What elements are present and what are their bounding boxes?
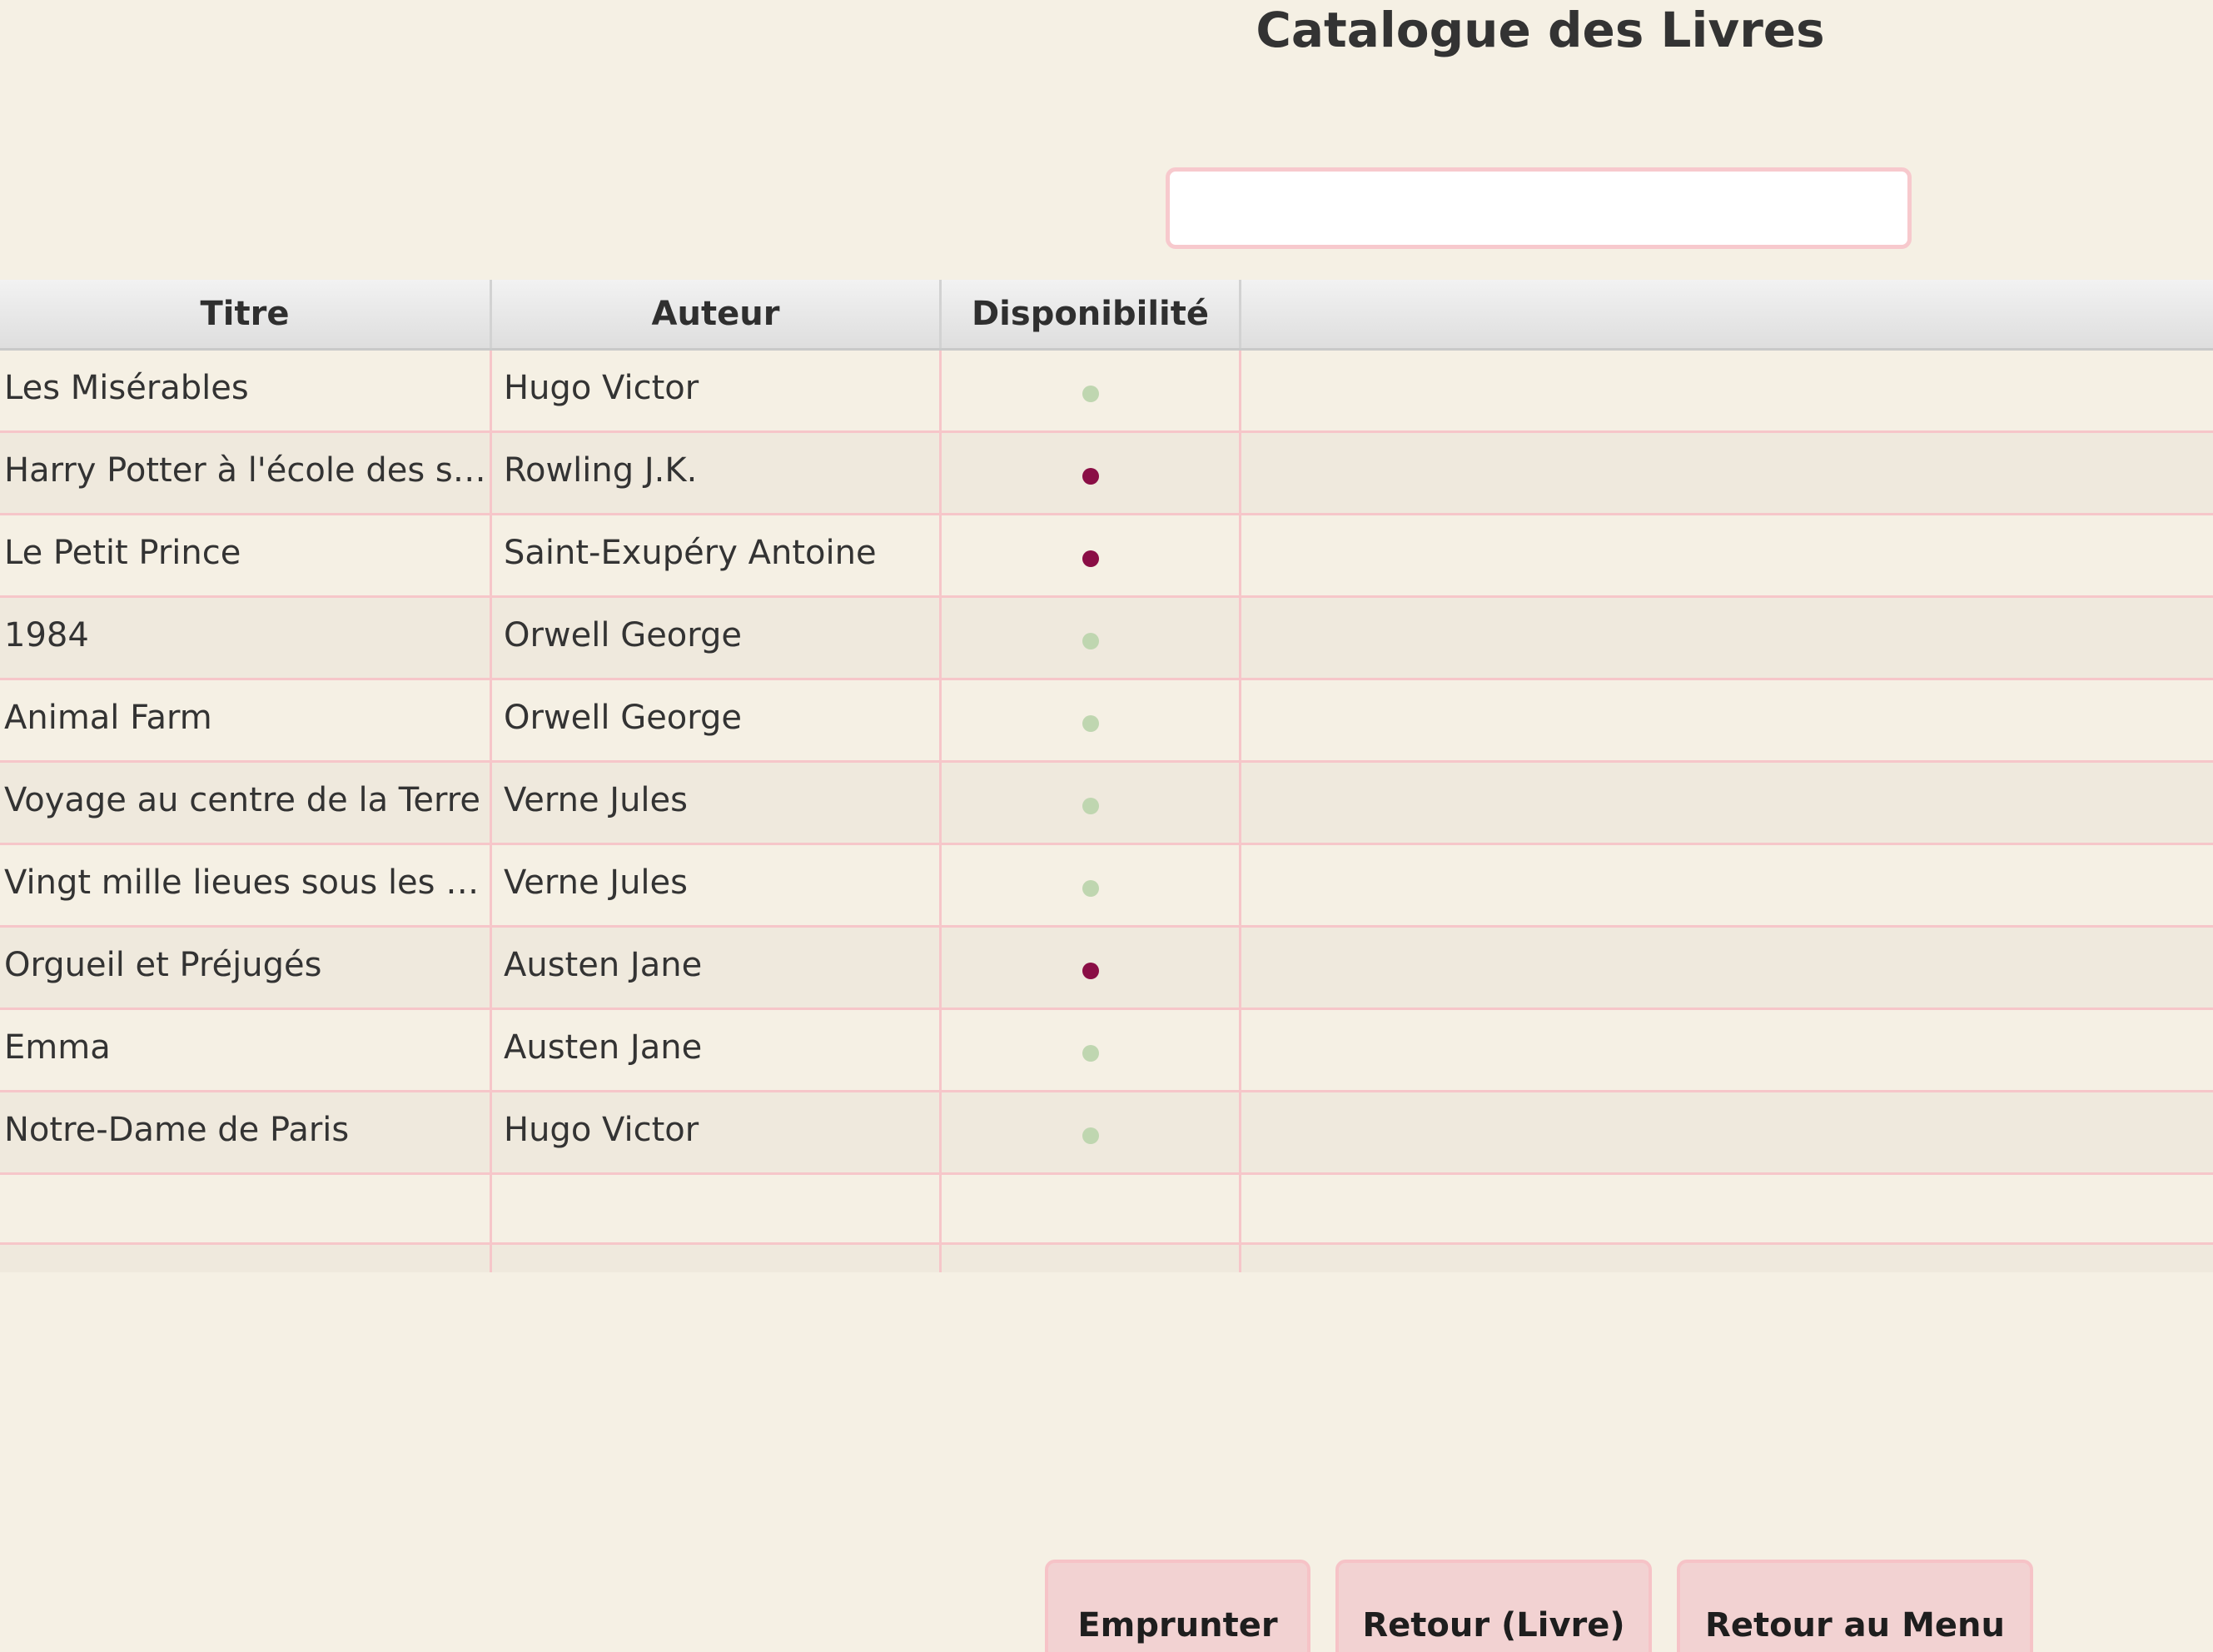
- table-body: Les Misérables Hugo Victor Harry Potter à …: [0, 351, 2213, 1272]
- unavailable-dot-icon: [1082, 468, 1099, 485]
- cell-availability: [942, 351, 1241, 430]
- available-dot-icon: [1082, 880, 1099, 897]
- cell-title: Voyage au centre de la Terre: [0, 763, 492, 843]
- cell-filler: [1241, 845, 2213, 925]
- cell-filler: [1241, 433, 2213, 513]
- search-input[interactable]: [1166, 167, 1912, 249]
- cell-author: Austen Jane: [492, 928, 942, 1008]
- cell-author: Verne Jules: [492, 845, 942, 925]
- table-row[interactable]: Le Petit Prince Saint-Exupéry Antoine: [0, 515, 2213, 598]
- cell-author: Hugo Victor: [492, 351, 942, 430]
- books-table: Titre Auteur Disponibilité Les Misérable…: [0, 280, 2213, 1272]
- cell-title: Emma: [0, 1010, 492, 1090]
- action-bar: Emprunter Retour (Livre) Retour au Menu: [0, 1560, 2213, 1652]
- cell-filler: [1241, 1092, 2213, 1172]
- cell-availability: [942, 845, 1241, 925]
- table-header: Titre Auteur Disponibilité: [0, 280, 2213, 351]
- table-row[interactable]: Notre-Dame de Paris Hugo Victor: [0, 1092, 2213, 1175]
- available-dot-icon: [1082, 386, 1099, 402]
- cell-title: Vingt mille lieues sous les mers: [0, 845, 492, 925]
- empty-cell: [492, 1175, 942, 1255]
- cell-author: Orwell George: [492, 598, 942, 678]
- table-row[interactable]: Orgueil et Préjugés Austen Jane: [0, 928, 2213, 1010]
- cell-filler: [1241, 598, 2213, 678]
- return-book-button[interactable]: Retour (Livre): [1335, 1560, 1652, 1652]
- cell-author: Hugo Victor: [492, 1092, 942, 1172]
- page-title: Catalogue des Livres: [1256, 2, 1825, 58]
- cell-title: Harry Potter à l'école des sor...: [0, 433, 492, 513]
- empty-cell: [942, 1175, 1241, 1255]
- cell-availability: [942, 598, 1241, 678]
- cell-filler: [1241, 1010, 2213, 1090]
- empty-cell: [1241, 1245, 2213, 1272]
- cell-filler: [1241, 928, 2213, 1008]
- cell-filler: [1241, 680, 2213, 760]
- table-row[interactable]: Animal Farm Orwell George: [0, 680, 2213, 763]
- available-dot-icon: [1082, 1045, 1099, 1062]
- cell-availability: [942, 515, 1241, 595]
- cell-availability: [942, 680, 1241, 760]
- unavailable-dot-icon: [1082, 963, 1099, 979]
- empty-cell: [942, 1245, 1241, 1272]
- available-dot-icon: [1082, 633, 1099, 649]
- column-header-title[interactable]: Titre: [0, 280, 492, 348]
- table-row[interactable]: Voyage au centre de la Terre Verne Jules: [0, 763, 2213, 845]
- catalogue-page: Catalogue des Livres Titre Auteur Dispon…: [0, 0, 2213, 1652]
- available-dot-icon: [1082, 1127, 1099, 1144]
- cell-title: Animal Farm: [0, 680, 492, 760]
- back-to-menu-button[interactable]: Retour au Menu: [1677, 1560, 2033, 1652]
- unavailable-dot-icon: [1082, 550, 1099, 567]
- table-row[interactable]: Vingt mille lieues sous les mers Verne Ju…: [0, 845, 2213, 928]
- cell-title: Orgueil et Préjugés: [0, 928, 492, 1008]
- cell-title: 1984: [0, 598, 492, 678]
- cell-title: Le Petit Prince: [0, 515, 492, 595]
- cell-author: Verne Jules: [492, 763, 942, 843]
- cell-author: Saint-Exupéry Antoine: [492, 515, 942, 595]
- cell-filler: [1241, 351, 2213, 430]
- cell-filler: [1241, 515, 2213, 595]
- cell-author: Austen Jane: [492, 1010, 942, 1090]
- cell-author: Rowling J.K.: [492, 433, 942, 513]
- column-header-author[interactable]: Auteur: [492, 280, 942, 348]
- column-header-availability[interactable]: Disponibilité: [942, 280, 1241, 348]
- table-row[interactable]: Emma Austen Jane: [0, 1010, 2213, 1092]
- cell-availability: [942, 1092, 1241, 1172]
- empty-cell: [0, 1175, 492, 1255]
- cell-author: Orwell George: [492, 680, 942, 760]
- cell-availability: [942, 928, 1241, 1008]
- table-row[interactable]: 1984 Orwell George: [0, 598, 2213, 680]
- cell-availability: [942, 763, 1241, 843]
- empty-cell: [492, 1245, 942, 1272]
- empty-cell: [0, 1245, 492, 1272]
- available-dot-icon: [1082, 798, 1099, 814]
- available-dot-icon: [1082, 715, 1099, 732]
- column-header-filler: [1241, 280, 2213, 348]
- empty-table-row: [0, 1245, 2213, 1272]
- cell-availability: [942, 1010, 1241, 1090]
- cell-filler: [1241, 763, 2213, 843]
- borrow-button[interactable]: Emprunter: [1045, 1560, 1310, 1652]
- empty-cell: [1241, 1175, 2213, 1255]
- empty-table-row: [0, 1175, 2213, 1255]
- cell-title: Les Misérables: [0, 351, 492, 430]
- cell-title: Notre-Dame de Paris: [0, 1092, 492, 1172]
- table-row[interactable]: Les Misérables Hugo Victor: [0, 351, 2213, 433]
- table-row[interactable]: Harry Potter à l'école des sor... Rowling…: [0, 433, 2213, 515]
- cell-availability: [942, 433, 1241, 513]
